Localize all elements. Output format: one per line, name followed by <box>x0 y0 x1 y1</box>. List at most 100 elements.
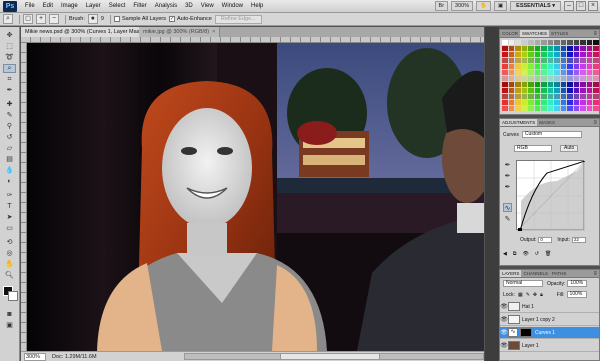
swatch[interactable] <box>541 64 547 69</box>
swatch[interactable] <box>521 88 528 93</box>
swatch[interactable] <box>573 46 580 51</box>
swatch[interactable] <box>521 82 528 87</box>
swatch[interactable] <box>508 46 515 51</box>
swatch[interactable] <box>580 58 586 63</box>
swatch[interactable] <box>521 100 528 105</box>
swatch[interactable] <box>508 40 515 45</box>
swatch[interactable] <box>593 58 599 63</box>
swatch[interactable] <box>586 52 593 57</box>
swatch[interactable] <box>554 100 560 105</box>
minimize-icon[interactable]: – <box>564 1 574 11</box>
panel-menu-icon[interactable]: ≡ <box>593 30 599 37</box>
swatch[interactable] <box>567 88 573 93</box>
auto-button[interactable]: Auto <box>560 145 579 152</box>
menu-help[interactable]: Help <box>247 3 267 9</box>
swatch[interactable] <box>547 88 554 93</box>
white-point-eyedropper-icon[interactable]: ✒ <box>503 183 512 192</box>
swatch[interactable] <box>521 76 528 81</box>
swatch[interactable] <box>554 46 560 51</box>
swatch[interactable] <box>593 46 599 51</box>
brush-tool-icon[interactable]: ✎ <box>3 111 16 120</box>
swatch[interactable] <box>521 64 528 69</box>
background-color-swatch[interactable] <box>8 291 18 301</box>
swatch[interactable] <box>567 46 573 51</box>
tab-adjustments[interactable]: ADJUSTMENTS <box>500 119 538 126</box>
visibility-eye-icon[interactable]: 👁︎ <box>500 342 508 349</box>
menu-select[interactable]: Select <box>105 3 130 9</box>
swatch[interactable] <box>528 76 534 81</box>
reset-icon[interactable]: ↺ <box>535 251 539 257</box>
swatch[interactable] <box>586 40 593 45</box>
tab-swatches[interactable]: SWATCHES <box>520 30 550 37</box>
swatch[interactable] <box>508 82 515 87</box>
horizontal-scrollbar[interactable] <box>184 353 484 360</box>
swatch[interactable] <box>541 100 547 105</box>
swatch[interactable] <box>534 70 541 75</box>
swatch[interactable] <box>534 64 541 69</box>
tab-masks[interactable]: MASKS <box>537 119 557 126</box>
hand-tool-icon[interactable]: ✋ <box>3 260 16 269</box>
swatch[interactable] <box>502 82 508 87</box>
swatch[interactable] <box>541 82 547 87</box>
swatch[interactable] <box>541 40 547 45</box>
swatch[interactable] <box>502 88 508 93</box>
swatch[interactable] <box>547 40 554 45</box>
swatch[interactable] <box>554 94 560 99</box>
swatch[interactable] <box>573 82 580 87</box>
swatch[interactable] <box>554 52 560 57</box>
return-arrow-icon[interactable]: ◀ <box>503 251 507 257</box>
swatch[interactable] <box>560 100 567 105</box>
swatch[interactable] <box>502 100 508 105</box>
swatch[interactable] <box>567 94 573 99</box>
swatch[interactable] <box>541 70 547 75</box>
swatch[interactable] <box>528 64 534 69</box>
3d-orbit-tool-icon[interactable]: ◎ <box>3 249 16 258</box>
tab-paths[interactable]: PATHS <box>550 270 568 277</box>
zoom-tool-icon[interactable]: 🔍︎ <box>3 271 16 280</box>
swatch[interactable] <box>567 100 573 105</box>
swatch[interactable] <box>521 70 528 75</box>
swatch[interactable] <box>586 64 593 69</box>
swatch[interactable] <box>534 52 541 57</box>
lasso-tool-icon[interactable]: ➰ <box>3 53 16 62</box>
swatch[interactable] <box>521 52 528 57</box>
swatch[interactable] <box>541 88 547 93</box>
menu-image[interactable]: Image <box>57 3 82 9</box>
swatch[interactable] <box>573 52 580 57</box>
tab-color[interactable]: COLOR <box>500 30 520 37</box>
swatch[interactable] <box>567 52 573 57</box>
swatch[interactable] <box>508 76 515 81</box>
swatch[interactable] <box>580 82 586 87</box>
hand-icon[interactable]: ✋ <box>476 1 491 11</box>
tab-mikie-jpg[interactable]: mikie.jpg @ 300% (RGB/8) × <box>139 27 221 37</box>
layer-name[interactable]: Hat 1 <box>522 304 534 310</box>
menu-filter[interactable]: Filter <box>129 3 150 9</box>
swatch[interactable] <box>515 76 521 81</box>
swatch[interactable] <box>502 40 508 45</box>
swatch[interactable] <box>586 82 593 87</box>
swatch[interactable] <box>541 106 547 111</box>
zoom-field[interactable]: 300% <box>24 352 46 361</box>
swatch[interactable] <box>528 94 534 99</box>
input-field[interactable]: 22 <box>571 237 586 243</box>
swatch[interactable] <box>534 88 541 93</box>
fill-field[interactable]: 100% <box>566 291 587 298</box>
swatch[interactable] <box>580 106 586 111</box>
swatch[interactable] <box>502 52 508 57</box>
screen-mode-icon[interactable]: ▣ <box>493 1 508 11</box>
swatch[interactable] <box>547 100 554 105</box>
swatch[interactable] <box>593 52 599 57</box>
swatch[interactable] <box>508 70 515 75</box>
swatch[interactable] <box>580 94 586 99</box>
auto-enhance-checkbox[interactable]: ✓ <box>169 16 175 22</box>
swatch[interactable] <box>534 82 541 87</box>
path-selection-tool-icon[interactable]: ➤ <box>3 213 16 222</box>
menu-analysis[interactable]: Analysis <box>151 3 181 9</box>
swatch[interactable] <box>567 106 573 111</box>
swatch[interactable] <box>580 40 586 45</box>
zoom-level-dropdown[interactable]: 300% <box>451 1 474 11</box>
swatch[interactable] <box>508 88 515 93</box>
swatch[interactable] <box>586 88 593 93</box>
swatch[interactable] <box>508 52 515 57</box>
swatch[interactable] <box>593 94 599 99</box>
